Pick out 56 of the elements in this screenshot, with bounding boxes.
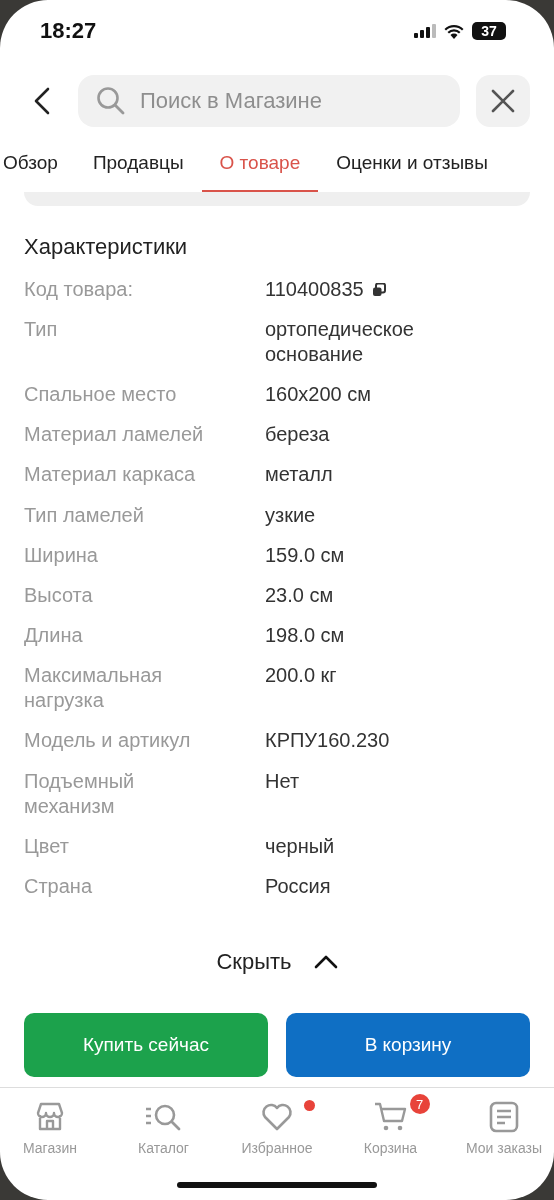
- nav-item[interactable]: Каталог: [117, 1092, 210, 1182]
- close-button[interactable]: [476, 75, 530, 127]
- back-icon[interactable]: [34, 87, 50, 115]
- receipt-icon: [489, 1101, 519, 1133]
- add-to-cart-button[interactable]: В корзину: [286, 1013, 530, 1077]
- buy-now-button[interactable]: Купить сейчас: [24, 1013, 268, 1077]
- copy-icon[interactable]: [371, 282, 386, 297]
- spec-label: Тип ламелей: [24, 502, 145, 528]
- cart-count-badge: 7: [409, 1094, 430, 1114]
- spec-value: металл: [265, 462, 333, 488]
- spec-value: Нет: [265, 768, 300, 794]
- spec-value: 110400835: [265, 276, 364, 302]
- spec-label: Цвет: [24, 833, 70, 859]
- collapse-link[interactable]: Скрыть: [216, 948, 338, 975]
- storefront-icon: [34, 1101, 66, 1133]
- wifi-icon: [444, 23, 464, 39]
- signal-icon: [414, 24, 436, 38]
- spec-value: 198.0 см: [265, 623, 345, 649]
- status-time: 18:27: [40, 18, 97, 44]
- tab[interactable]: Продавцы: [74, 136, 202, 192]
- section-title: Характеристики: [24, 234, 189, 260]
- spec-value: узкие: [265, 502, 316, 528]
- chevron-up-icon: [313, 954, 338, 969]
- spec-label: Спальное место: [24, 381, 178, 407]
- tab[interactable]: Оценки и отзывы: [318, 136, 506, 192]
- nav-item[interactable]: Мои заказы: [458, 1092, 550, 1182]
- spec-value: КРПУ160.230: [265, 728, 390, 754]
- heart-icon: [261, 1102, 293, 1132]
- spec-label: Длина: [24, 623, 84, 649]
- spec-label: Страна: [24, 874, 94, 900]
- nav-item[interactable]: Магазин: [4, 1092, 96, 1182]
- spec-label: Тип: [24, 316, 59, 342]
- spec-label: Материал ламелей: [24, 422, 205, 448]
- spec-value: 160x200 см: [265, 381, 372, 407]
- spec-value: ортопедическое основание: [265, 316, 415, 367]
- nav-item[interactable]: Избранное: [231, 1092, 323, 1182]
- spec-label: Ширина: [24, 542, 99, 568]
- spec-value: береза: [265, 422, 330, 448]
- cart-icon: [373, 1101, 408, 1133]
- spec-value: черный: [265, 833, 335, 859]
- battery-level: 37: [472, 22, 506, 40]
- spec-label: Код товара:: [24, 276, 134, 302]
- nav-item[interactable]: 7 Корзина: [344, 1092, 437, 1182]
- spec-label: Материал каркаса: [24, 462, 197, 488]
- close-icon: [491, 89, 515, 113]
- spec-label: Модель и артикул: [24, 728, 192, 754]
- tab[interactable]: Обзор: [0, 136, 75, 192]
- spec-value: 23.0 см: [265, 582, 334, 608]
- spec-label: Максимальная нагрузка: [24, 663, 164, 714]
- spec-value: 159.0 см: [265, 542, 345, 568]
- search-field[interactable]: Поиск в Магазине: [78, 75, 460, 127]
- spec-label: Подъемный механизм: [24, 768, 136, 819]
- spec-label: Высота: [24, 582, 94, 608]
- search-icon: [96, 86, 126, 116]
- spec-value: 200.0 кг: [265, 663, 337, 689]
- spec-value: Россия: [265, 874, 331, 900]
